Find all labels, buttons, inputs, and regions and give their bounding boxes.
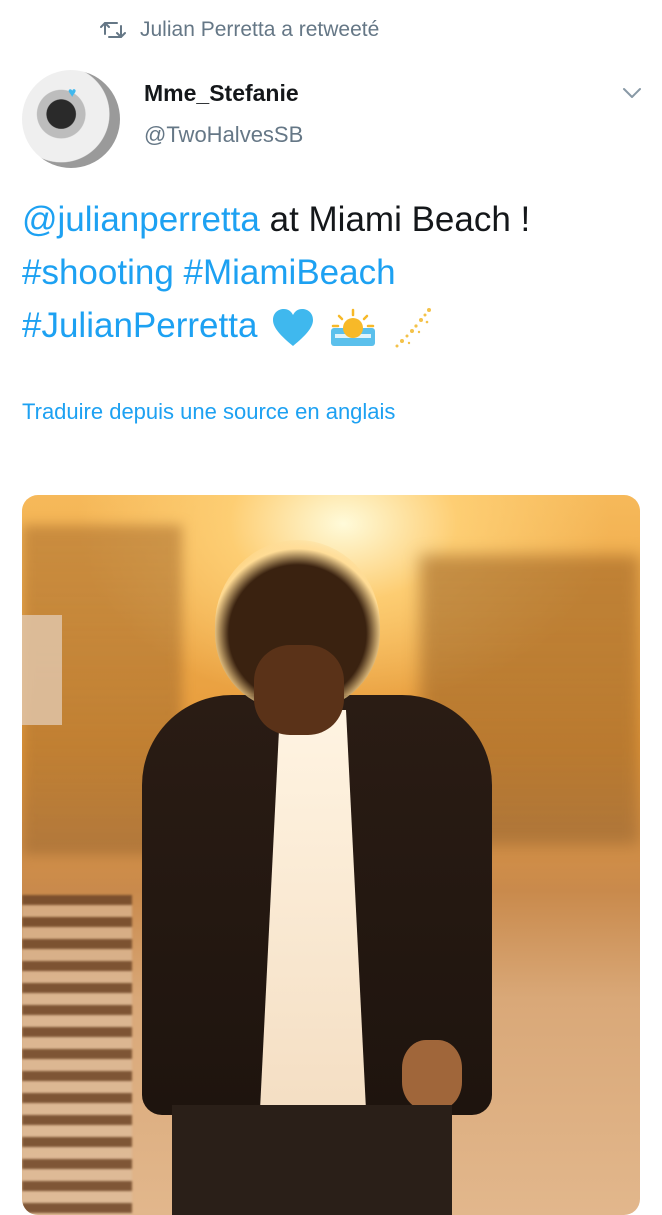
hashtag-miamibeach[interactable]: #MiamiBeach — [184, 253, 396, 292]
photo-person-hand — [402, 1040, 462, 1110]
user-handle[interactable]: @TwoHalvesSB — [144, 122, 303, 148]
photo-beach-chair — [22, 895, 132, 1215]
user-display-name[interactable]: Mme_Stefanie — [144, 80, 299, 107]
retweet-text: Julian Perretta a retweeté — [140, 18, 380, 41]
retweet-icon — [100, 22, 126, 38]
avatar-heart-icon: ♥ — [68, 84, 77, 100]
hashtag-julianperretta[interactable]: #JulianPerretta — [22, 306, 257, 345]
translate-link[interactable]: Traduire depuis une source en anglais — [22, 399, 395, 425]
photo-person-face — [254, 645, 344, 735]
sunrise-icon — [330, 308, 375, 346]
photo-hut — [22, 615, 62, 725]
photo-person-pants — [172, 1105, 452, 1215]
avatar[interactable]: ♥ — [22, 70, 120, 168]
mention-link[interactable]: @julianperretta — [22, 200, 260, 239]
retweet-context[interactable]: Julian Perretta a retweeté — [100, 18, 379, 42]
tweet-text: @julianperretta at Miami Beach ! #shooti… — [22, 193, 642, 352]
tweet-text-body: at Miami Beach ! — [259, 200, 531, 239]
blue-heart-icon — [273, 308, 314, 346]
chevron-down-icon[interactable] — [622, 86, 642, 100]
hashtag-shooting[interactable]: #shooting — [22, 253, 174, 292]
tweet-photo[interactable] — [22, 495, 640, 1215]
sparkles-icon — [395, 307, 431, 348]
